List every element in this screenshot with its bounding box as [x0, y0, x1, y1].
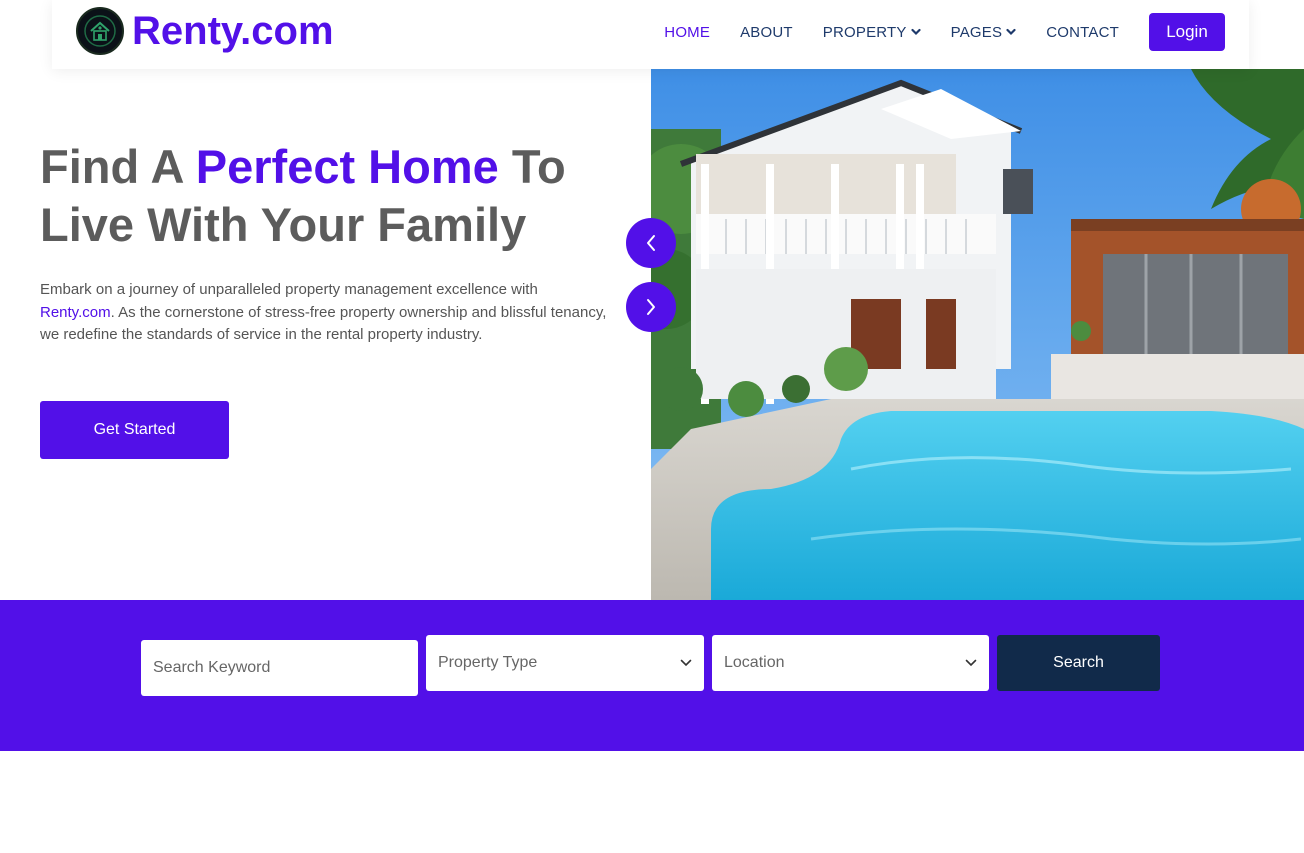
hero-text-rest: . As the cornerstone of stress-free prop… — [40, 303, 607, 344]
page: Renty.com HOME ABOUT PROPERTY PAGES CONT… — [0, 0, 1304, 853]
nav-about[interactable]: ABOUT — [740, 14, 793, 50]
nav-contact[interactable]: CONTACT — [1046, 14, 1119, 50]
nav-home[interactable]: HOME — [664, 14, 710, 50]
search-button[interactable]: Search — [997, 635, 1160, 691]
hero-title: Find A Perfect Home To Live With Your Fa… — [40, 138, 640, 254]
nav-pages[interactable]: PAGES — [951, 14, 1017, 50]
hero-description: Embark on a journey of unparalleled prop… — [40, 279, 610, 347]
nav-contact-label: CONTACT — [1046, 23, 1119, 41]
search-keyword-input[interactable]: Search Keyword — [141, 640, 418, 696]
hero-title-accent: Perfect Home — [195, 140, 499, 193]
nav-pages-label: PAGES — [950, 23, 1003, 41]
nav-property[interactable]: PROPERTY — [823, 14, 921, 50]
hero-text-intro: Embark on a journey of unparalleled prop… — [40, 281, 538, 298]
chevron-down-icon — [911, 28, 921, 36]
chevron-right-icon — [647, 299, 655, 315]
property-search-band: Search Keyword Property Type Location Se… — [0, 600, 1304, 751]
property-type-label: Property Type — [438, 654, 538, 671]
hero-title-part1: Find A — [40, 140, 196, 193]
brand-name: Renty.com — [132, 9, 334, 53]
house-emblem-icon — [76, 7, 124, 55]
property-type-select[interactable]: Property Type — [426, 635, 704, 691]
login-button[interactable]: Login — [1149, 13, 1225, 51]
chevron-down-icon — [680, 659, 692, 667]
nav-property-label: PROPERTY — [822, 23, 907, 41]
slider-next-button[interactable] — [626, 282, 676, 332]
search-keyword-placeholder: Search Keyword — [153, 659, 271, 676]
chevron-left-icon — [647, 235, 655, 251]
location-label: Location — [724, 654, 785, 671]
chevron-down-icon — [1006, 28, 1016, 36]
nav-about-label: ABOUT — [740, 23, 793, 41]
hero-house-image — [651, 69, 1304, 600]
main-nav: HOME ABOUT PROPERTY PAGES CONTACT Login — [664, 13, 1225, 51]
get-started-button[interactable]: Get Started — [40, 401, 229, 459]
location-select[interactable]: Location — [712, 635, 989, 691]
brand[interactable]: Renty.com — [76, 7, 334, 55]
renty-link[interactable]: Renty.com — [40, 304, 111, 321]
navbar: Renty.com HOME ABOUT PROPERTY PAGES CONT… — [52, 0, 1249, 69]
chevron-down-icon — [965, 659, 977, 667]
nav-home-label: HOME — [664, 23, 711, 41]
slider-prev-button[interactable] — [626, 218, 676, 268]
